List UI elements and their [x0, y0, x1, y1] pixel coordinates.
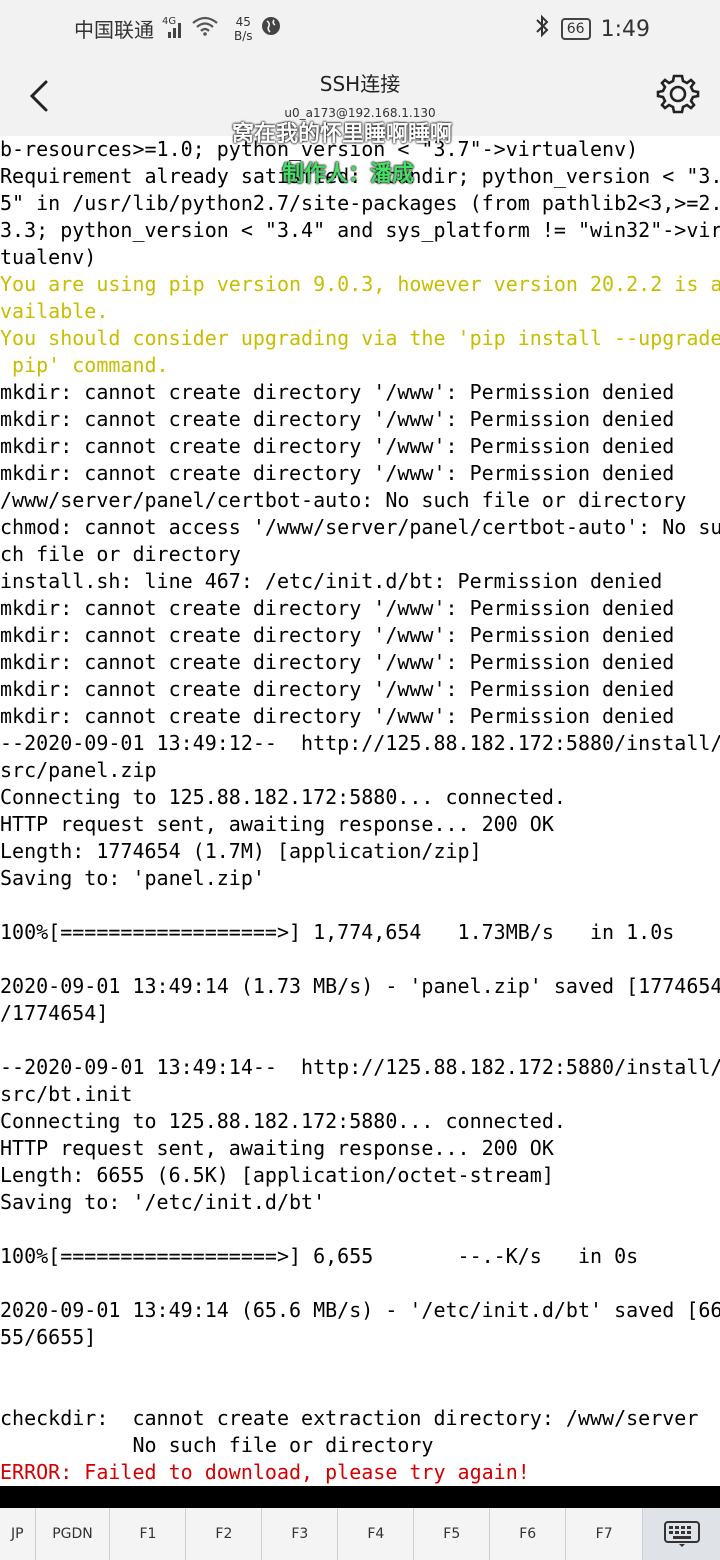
key-pgdn[interactable]: PGDN — [36, 1508, 111, 1560]
terminal-line: 3.3; python_version < "3.4" and sys_plat… — [0, 218, 720, 242]
terminal-bottom-bar — [0, 1486, 720, 1508]
gear-icon — [656, 74, 700, 114]
keyboard-icon — [663, 1521, 700, 1547]
author-caption: 制作人：潘成 — [282, 162, 415, 187]
key-f7[interactable]: F7 — [566, 1508, 644, 1560]
terminal-line: mkdir: cannot create directory '/www': P… — [0, 650, 675, 674]
wifi-icon — [192, 16, 218, 41]
terminal-line: pip' command. — [0, 353, 169, 377]
terminal-line: ERROR: Failed to download, please try ag… — [0, 1460, 530, 1484]
clock: 1:49 — [600, 16, 650, 42]
signal-label: 4G — [162, 15, 177, 27]
terminal-line: 2020-09-01 13:49:14 (65.6 MB/s) - '/etc/… — [0, 1298, 720, 1322]
terminal-line: mkdir: cannot create directory '/www': P… — [0, 677, 675, 701]
terminal-line: --2020-09-01 13:49:12-- http://125.88.18… — [0, 731, 720, 755]
battery-level: 66 — [566, 21, 585, 37]
terminal-line: Connecting to 125.88.182.172:5880... con… — [0, 1109, 566, 1133]
net-speed-value: 45 — [235, 14, 251, 29]
terminal-line: 55/6655] — [0, 1325, 97, 1349]
globe-icon — [261, 16, 281, 41]
terminal-line: mkdir: cannot create directory '/www': P… — [0, 461, 675, 485]
terminal-line: You are using pip version 9.0.3, however… — [0, 272, 720, 296]
terminal-line: src/bt.init — [0, 1082, 133, 1106]
terminal-line: /www/server/panel/certbot-auto: No such … — [0, 488, 687, 512]
terminal-line: Connecting to 125.88.182.172:5880... con… — [0, 785, 566, 809]
terminal-line: mkdir: cannot create directory '/www': P… — [0, 623, 675, 647]
key-f1[interactable]: F1 — [110, 1508, 187, 1560]
terminal-line: HTTP request sent, awaiting response... … — [0, 812, 554, 836]
terminal-line: mkdir: cannot create directory '/www': P… — [0, 380, 675, 404]
keyboard-toggle-button[interactable] — [643, 1508, 720, 1560]
net-speed: 45 B/s — [234, 15, 253, 43]
terminal-line: tualenv) — [0, 245, 97, 269]
terminal-line: 100%[==================>] 1,774,654 1.73… — [0, 920, 675, 944]
key-f6[interactable]: F6 — [490, 1508, 567, 1560]
settings-button[interactable] — [656, 72, 700, 116]
key-f5[interactable]: F5 — [414, 1508, 491, 1560]
terminal-line: src/panel.zip — [0, 758, 157, 782]
terminal-line: 100%[==================>] 6,655 --.-K/s … — [0, 1244, 639, 1268]
signal-icon: 4G — [162, 16, 184, 38]
key-f2[interactable]: F2 — [186, 1508, 263, 1560]
terminal-line: checkdir: cannot create extraction direc… — [0, 1406, 699, 1430]
net-speed-unit: B/s — [234, 28, 253, 43]
terminal-line: mkdir: cannot create directory '/www': P… — [0, 596, 675, 620]
terminal-line: vailable. — [0, 299, 109, 323]
terminal-line: ch file or directory — [0, 542, 241, 566]
key-jp[interactable]: JP — [0, 1508, 36, 1560]
key-f4[interactable]: F4 — [338, 1508, 415, 1560]
terminal-line: chmod: cannot access '/www/server/panel/… — [0, 515, 720, 539]
carrier-label: 中国联通 — [74, 18, 154, 42]
bluetooth-icon — [533, 14, 551, 44]
terminal-line: --2020-09-01 13:49:14-- http://125.88.18… — [0, 1055, 720, 1079]
key-f3[interactable]: F3 — [262, 1508, 339, 1560]
extra-keys-bar: JP PGDN F1 F2 F3 F4 F5 F6 F7 — [0, 1508, 720, 1560]
terminal-line: Length: 1774654 (1.7M) [application/zip] — [0, 839, 482, 863]
video-caption: 窝在我的怀里睡啊睡啊 — [232, 122, 453, 147]
battery-indicator: 66 — [560, 18, 591, 40]
status-left: 中国联通 4G 45 B/s — [74, 14, 281, 43]
terminal-line: You should consider upgrading via the 'p… — [0, 326, 720, 350]
status-bar: 中国联通 4G 45 B/s 66 1:49 — [0, 0, 720, 56]
terminal-line: install.sh: line 467: /etc/init.d/bt: Pe… — [0, 569, 663, 593]
terminal-line: Length: 6655 (6.5K) [application/octet-s… — [0, 1163, 554, 1187]
terminal-line: mkdir: cannot create directory '/www': P… — [0, 434, 675, 458]
terminal-line: Saving to: 'panel.zip' — [0, 866, 265, 890]
terminal-line: HTTP request sent, awaiting response... … — [0, 1136, 554, 1160]
status-right: 66 1:49 — [533, 14, 650, 44]
terminal-line: Saving to: '/etc/init.d/bt' — [0, 1190, 326, 1214]
terminal-line: mkdir: cannot create directory '/www': P… — [0, 407, 675, 431]
terminal-line: 5" in /usr/lib/python2.7/site-packages (… — [0, 191, 720, 215]
page-title: SSH连接 — [319, 72, 401, 96]
terminal-line: /1774654] — [0, 1001, 109, 1025]
terminal-line: mkdir: cannot create directory '/www': P… — [0, 704, 675, 728]
terminal-output[interactable]: b-resources>=1.0; python_version < "3.7"… — [0, 136, 720, 1486]
terminal-line: No such file or directory — [0, 1433, 434, 1457]
terminal-line: 2020-09-01 13:49:14 (1.73 MB/s) - 'panel… — [0, 974, 720, 998]
